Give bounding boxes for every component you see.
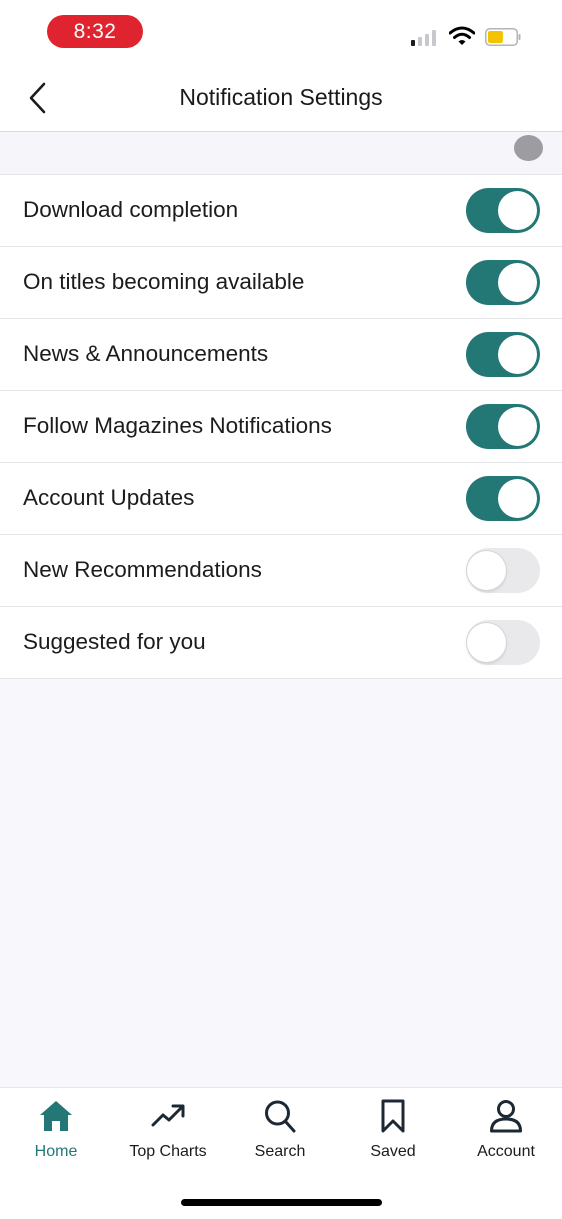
follow-magazines-toggle[interactable] bbox=[466, 404, 540, 449]
navigation-bar: Notification Settings bbox=[0, 64, 562, 132]
tab-search[interactable]: Search bbox=[224, 1088, 336, 1174]
setting-label: Download completion bbox=[23, 197, 239, 222]
home-icon bbox=[40, 1101, 72, 1131]
setting-label: Account Updates bbox=[23, 485, 195, 510]
setting-label: Suggested for you bbox=[23, 629, 206, 654]
setting-row-new-recommendations: New Recommendations bbox=[0, 535, 562, 607]
tab-label: Saved bbox=[370, 1143, 416, 1160]
user-icon bbox=[490, 1100, 522, 1133]
tab-saved[interactable]: Saved bbox=[337, 1088, 449, 1174]
toggle-knob bbox=[498, 335, 537, 374]
download-completion-toggle[interactable] bbox=[466, 188, 540, 233]
trending-up-icon bbox=[151, 1104, 185, 1127]
home-indicator[interactable] bbox=[181, 1199, 382, 1206]
setting-row-account-updates: Account Updates bbox=[0, 463, 562, 535]
tab-account[interactable]: Account bbox=[450, 1088, 562, 1174]
cellular-signal-icon bbox=[411, 30, 439, 46]
titles-available-toggle[interactable] bbox=[466, 260, 540, 305]
setting-label: News & Announcements bbox=[23, 341, 269, 366]
setting-label: New Recommendations bbox=[23, 557, 262, 582]
setting-row-suggested-for-you: Suggested for you bbox=[0, 607, 562, 679]
new-recommendations-toggle[interactable] bbox=[466, 548, 540, 593]
battery-icon bbox=[485, 28, 521, 46]
section-header-band bbox=[0, 132, 562, 175]
setting-row-download-completion: Download completion bbox=[0, 175, 562, 247]
news-announcements-toggle[interactable] bbox=[466, 332, 540, 377]
toggle-knob bbox=[467, 623, 506, 662]
tab-label: Top Charts bbox=[129, 1143, 207, 1160]
status-bar: 8:32 bbox=[0, 0, 562, 64]
tab-home[interactable]: Home bbox=[0, 1088, 112, 1174]
page-title: Notification Settings bbox=[179, 84, 383, 110]
tab-top-charts[interactable]: Top Charts bbox=[112, 1088, 224, 1174]
toggle-knob bbox=[498, 263, 537, 302]
setting-row-follow-magazines: Follow Magazines Notifications bbox=[0, 391, 562, 463]
setting-row-titles-available: On titles becoming available bbox=[0, 247, 562, 319]
account-updates-toggle[interactable] bbox=[466, 476, 540, 521]
toggle-knob bbox=[498, 191, 537, 230]
search-icon bbox=[265, 1100, 296, 1133]
bookmark-icon bbox=[381, 1099, 405, 1133]
tab-label: Account bbox=[477, 1143, 535, 1160]
tab-label: Search bbox=[254, 1143, 306, 1160]
notification-settings-list: Download completion On titles becoming a… bbox=[0, 175, 562, 679]
toggle-knob bbox=[467, 551, 506, 590]
tab-label: Home bbox=[34, 1143, 78, 1160]
setting-label: Follow Magazines Notifications bbox=[23, 413, 332, 438]
setting-label: On titles becoming available bbox=[23, 269, 305, 294]
suggested-for-you-toggle[interactable] bbox=[466, 620, 540, 665]
scroll-indicator bbox=[514, 135, 543, 161]
toggle-knob bbox=[498, 407, 537, 446]
toggle-knob bbox=[498, 479, 537, 518]
status-time: 8:32 bbox=[47, 15, 143, 48]
wifi-icon bbox=[449, 26, 475, 45]
setting-row-news-announcements: News & Announcements bbox=[0, 319, 562, 391]
